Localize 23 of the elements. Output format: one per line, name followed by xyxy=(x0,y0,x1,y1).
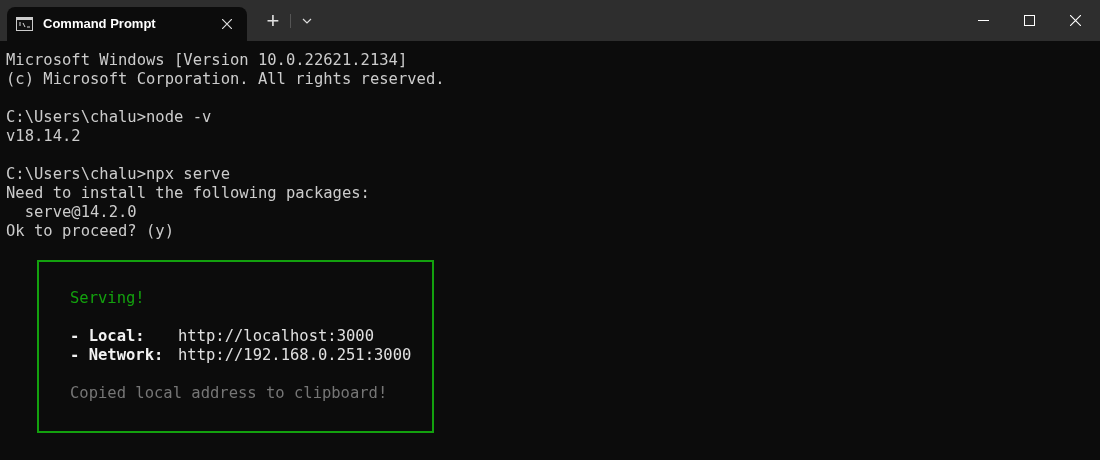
close-icon xyxy=(222,19,232,29)
output-line: Need to install the following packages: xyxy=(6,184,370,203)
tab-title: Command Prompt xyxy=(43,15,157,34)
maximize-icon xyxy=(1023,15,1035,26)
output-line: serve@14.2.0 xyxy=(23,203,137,222)
status-heading: Serving! xyxy=(70,289,145,308)
output-line: Microsoft Windows [Version 10.0.22621.2134] xyxy=(6,51,408,70)
minimize-icon xyxy=(977,20,989,21)
output-line: C:\Users\chalu>node -v xyxy=(6,108,212,127)
output-line: v18.14.2 xyxy=(6,127,81,146)
address-label: - Network: xyxy=(70,346,165,365)
new-tab-button[interactable]: + xyxy=(259,8,287,34)
address-url: http://192.168.0.251:3000 xyxy=(178,346,412,365)
address-label: - Local: xyxy=(70,327,146,346)
output-line: (c) Microsoft Corporation. All rights reserved. xyxy=(6,70,445,89)
chevron-down-icon xyxy=(302,18,312,24)
terminal-icon xyxy=(16,17,33,31)
tab[interactable]: Command Prompt xyxy=(7,7,247,41)
output-line: C:\Users\chalu>npx serve xyxy=(6,165,230,184)
clipboard-note: Copied local address to clipboard! xyxy=(70,384,388,403)
address-url: http://localhost:3000 xyxy=(178,327,374,346)
close-icon xyxy=(1069,15,1081,26)
output-line: Ok to proceed? (y) xyxy=(6,222,174,241)
